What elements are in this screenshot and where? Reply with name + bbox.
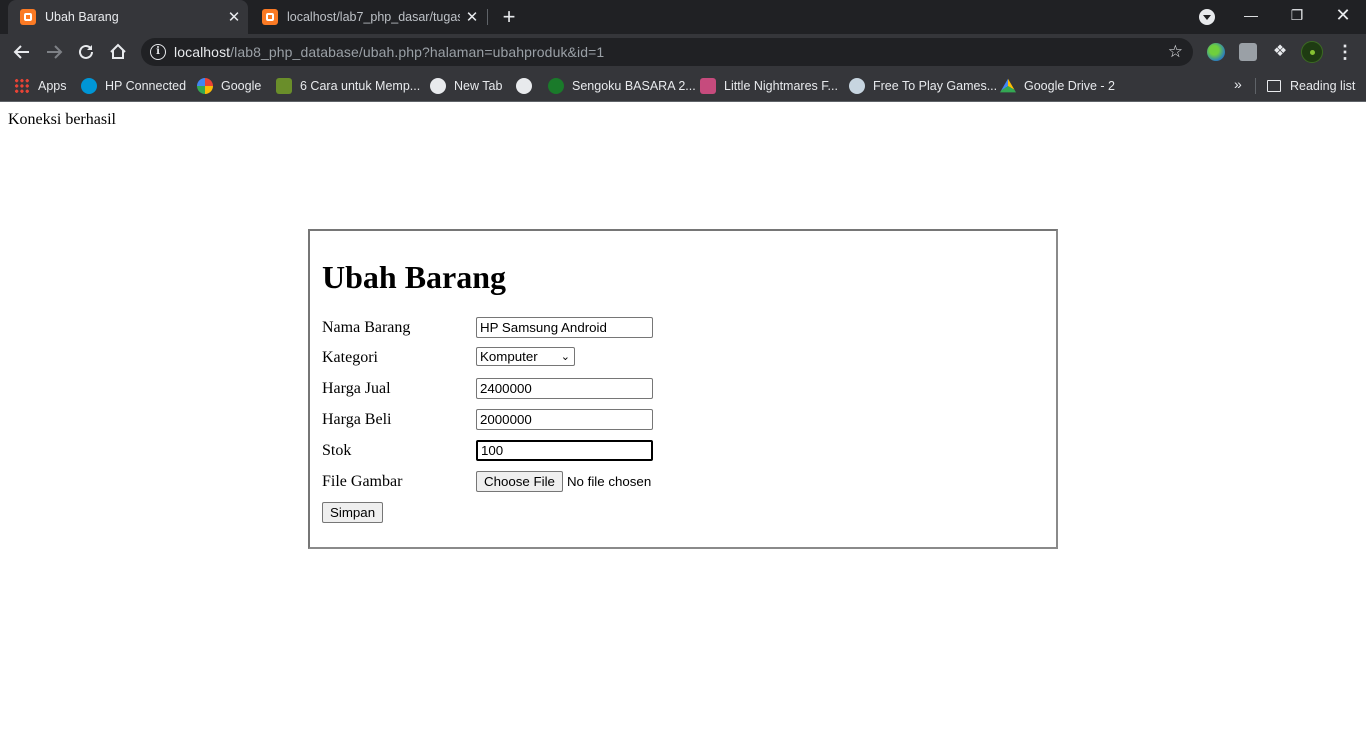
site-info-icon[interactable]: i	[150, 44, 166, 60]
url-path: /lab8_php_database/ubah.php?halaman=ubah…	[230, 44, 605, 60]
bookmark-hp-connected[interactable]: HP Connected	[81, 76, 186, 96]
choose-file-button[interactable]: Choose File	[476, 471, 563, 492]
bookmark-label: Little Nightmares F...	[724, 79, 838, 93]
new-tab-button[interactable]: +	[497, 4, 521, 30]
tab-title: localhost/lab7_php_dasar/tugas.php	[287, 10, 460, 24]
forward-arrow-icon	[47, 45, 63, 59]
row-harga-beli: Harga Beli	[322, 409, 922, 431]
connection-status-text: Koneksi berhasil	[8, 111, 116, 128]
reading-list-button[interactable]: Reading list	[1267, 76, 1355, 96]
harga-jual-input[interactable]	[476, 378, 653, 399]
bookmark-sengoku[interactable]: Sengoku BASARA 2...	[548, 76, 696, 96]
file-gambar-label: File Gambar	[322, 473, 403, 490]
page-content: Koneksi berhasil Ubah Barang Nama Barang…	[0, 103, 1366, 738]
reading-list-icon	[1267, 80, 1281, 92]
form-title: Ubah Barang	[322, 259, 507, 295]
kategori-label: Kategori	[322, 349, 378, 366]
bookmark-new-tab[interactable]: New Tab	[430, 76, 502, 96]
file-status-text: No file chosen	[566, 474, 652, 489]
reload-button[interactable]	[72, 38, 100, 66]
steam-icon	[849, 78, 865, 94]
row-stok: Stok	[322, 440, 922, 462]
harga-beli-label: Harga Beli	[322, 411, 392, 428]
bookmarks-separator	[1255, 78, 1256, 94]
tab-strip: Ubah Barang ✕ localhost/lab7_php_dasar/t…	[0, 0, 1366, 34]
xampp-favicon-icon	[20, 9, 36, 25]
google-icon	[197, 78, 213, 94]
bookmark-label: Google Drive - 2	[1024, 79, 1116, 93]
bookmark-label: Sengoku BASARA 2...	[572, 79, 696, 93]
chrome-menu-icon[interactable]: ⋮	[1336, 42, 1354, 62]
xampp-favicon-icon	[262, 9, 278, 25]
tab-tugas[interactable]: localhost/lab7_php_dasar/tugas.php ✕	[250, 0, 486, 34]
row-nama-barang: Nama Barang	[322, 317, 922, 339]
restore-button[interactable]: ❐	[1274, 0, 1320, 34]
tab-ubah-barang[interactable]: Ubah Barang ✕	[8, 0, 248, 34]
row-file-gambar: File Gambar Choose File No file chosen	[322, 471, 922, 493]
bookmark-star-icon[interactable]: ☆	[1168, 42, 1183, 62]
hp-icon	[81, 78, 97, 94]
nama-barang-label: Nama Barang	[322, 319, 411, 336]
back-arrow-icon	[13, 45, 29, 59]
sengoku-icon	[548, 78, 564, 94]
minimize-button[interactable]: —	[1228, 0, 1274, 34]
stok-label: Stok	[322, 442, 352, 459]
bookmark-label: Google	[221, 79, 262, 93]
bookmark-little-nightmares[interactable]: Little Nightmares F...	[700, 76, 838, 96]
url-text: localhost/lab8_php_database/ubah.php?hal…	[174, 44, 604, 60]
bookmark-label: HP Connected	[105, 79, 187, 93]
back-button[interactable]	[8, 38, 36, 66]
bookmark-label: 6 Cara untuk Memp...	[300, 79, 421, 93]
kategori-selected-value: Komputer	[480, 349, 538, 364]
close-tab-icon[interactable]: ✕	[460, 8, 484, 26]
home-icon	[110, 43, 126, 59]
bookmark-label: New Tab	[454, 79, 503, 93]
bookmark-label: Apps	[38, 79, 67, 93]
bookmark-steam[interactable]: Free To Play Games...	[849, 76, 997, 96]
reload-icon	[79, 44, 93, 59]
bookmark-google-drive[interactable]: Google Drive - 2	[1000, 76, 1115, 96]
bookmark-google[interactable]: Google	[197, 76, 261, 96]
url-host: localhost	[174, 44, 231, 60]
profile-avatar[interactable]	[1301, 41, 1323, 63]
home-button[interactable]	[104, 38, 132, 66]
bookmark-label: Free To Play Games...	[873, 79, 998, 93]
apps-grid-icon	[14, 78, 30, 94]
row-harga-jual: Harga Jual	[322, 378, 922, 400]
wikihow-icon	[276, 78, 292, 94]
forward-button[interactable]	[40, 38, 68, 66]
stok-input[interactable]	[476, 440, 653, 461]
edit-product-form: Ubah Barang Nama Barang Kategori Kompute…	[308, 229, 1058, 549]
file-input[interactable]: Choose File No file chosen	[476, 471, 651, 492]
bookmark-globe[interactable]	[516, 76, 540, 96]
extension-globe-icon[interactable]	[1207, 43, 1225, 61]
bookmark-apps[interactable]: Apps	[14, 76, 67, 96]
address-bar[interactable]: i localhost/lab8_php_database/ubah.php?h…	[141, 38, 1193, 66]
harga-beli-input[interactable]	[476, 409, 653, 430]
nightmares-icon	[700, 78, 716, 94]
globe-icon	[430, 78, 446, 94]
row-submit: Simpan	[322, 502, 922, 524]
google-drive-icon	[1000, 78, 1016, 93]
tab-separator	[487, 9, 488, 25]
tab-title: Ubah Barang	[45, 10, 119, 24]
simpan-button[interactable]: Simpan	[322, 502, 384, 523]
more-bookmarks-icon[interactable]: »	[1234, 76, 1242, 92]
nama-barang-input[interactable]	[476, 317, 653, 338]
close-window-button[interactable]: ✕	[1320, 0, 1366, 34]
bookmarks-bar: Apps HP Connected Google 6 Cara untuk Me…	[0, 70, 1366, 102]
tab-search-icon[interactable]	[1199, 9, 1215, 25]
globe-icon	[516, 78, 532, 94]
kategori-select[interactable]: Komputer ⌄	[476, 347, 575, 366]
reading-list-label: Reading list	[1290, 79, 1356, 93]
extension-tool-icon[interactable]	[1239, 43, 1257, 61]
chevron-down-icon: ⌄	[560, 351, 570, 363]
bookmark-wikihow[interactable]: 6 Cara untuk Memp...	[276, 76, 420, 96]
harga-jual-label: Harga Jual	[322, 380, 391, 397]
browser-toolbar: i localhost/lab8_php_database/ubah.php?h…	[0, 34, 1366, 70]
extensions-puzzle-icon[interactable]: ❖	[1271, 43, 1289, 61]
row-kategori: Kategori Komputer ⌄	[322, 347, 922, 369]
close-tab-icon[interactable]: ✕	[222, 8, 246, 26]
